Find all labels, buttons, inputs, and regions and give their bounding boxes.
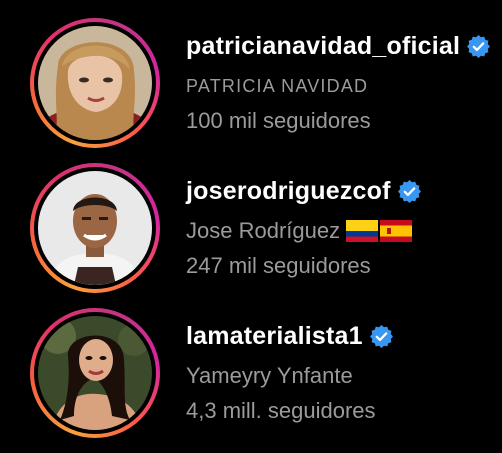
story-ring[interactable] <box>30 18 160 148</box>
username-line: patricianavidad_oficial <box>186 28 502 64</box>
full-name-line: Jose Rodríguez <box>186 215 502 247</box>
profile-photo <box>38 171 152 285</box>
verified-badge-icon <box>369 324 393 348</box>
follower-count: 100 mil seguidores <box>186 108 371 133</box>
profile-photo <box>38 26 152 140</box>
account-row-joserodriguezcof[interactable]: joserodriguezcof Jose Rodríguez 247 mil … <box>0 155 502 295</box>
account-text: lamaterialista1 Yameyry Ynfante 4,3 mill… <box>186 318 502 424</box>
profile-photo <box>38 316 152 430</box>
story-ring[interactable] <box>30 308 160 438</box>
follower-count: 4,3 mill. seguidores <box>186 398 376 423</box>
story-ring-gap <box>34 22 156 144</box>
story-ring-gap <box>34 167 156 289</box>
story-ring[interactable] <box>30 163 160 293</box>
account-text: joserodriguezcof Jose Rodríguez 247 mil … <box>186 173 502 279</box>
verified-badge-icon <box>397 179 421 203</box>
username-line: joserodriguezcof <box>186 173 502 209</box>
avatar[interactable] <box>38 26 152 140</box>
avatar[interactable] <box>38 316 152 430</box>
full-name: Jose Rodríguez <box>186 218 341 243</box>
avatar[interactable] <box>38 171 152 285</box>
verified-badge-icon <box>467 34 491 58</box>
story-ring-gap <box>34 312 156 434</box>
account-row-lamaterialista1[interactable]: lamaterialista1 Yameyry Ynfante 4,3 mill… <box>0 300 502 440</box>
username[interactable]: lamaterialista1 <box>186 322 363 351</box>
account-text: patricianavidad_oficial PATRICIA NAVIDAD… <box>186 28 502 134</box>
spain-flag-icon <box>380 220 413 242</box>
full-name: PATRICIA NAVIDAD <box>186 75 369 96</box>
username[interactable]: joserodriguezcof <box>186 177 391 206</box>
username[interactable]: patricianavidad_oficial <box>186 32 460 61</box>
colombia-flag-icon <box>346 220 379 242</box>
full-name: Yameyry Ynfante <box>186 363 353 388</box>
username-line: lamaterialista1 <box>186 318 502 354</box>
account-row-patricianavidad[interactable]: patricianavidad_oficial PATRICIA NAVIDAD… <box>0 10 502 150</box>
follower-count: 247 mil seguidores <box>186 253 371 278</box>
